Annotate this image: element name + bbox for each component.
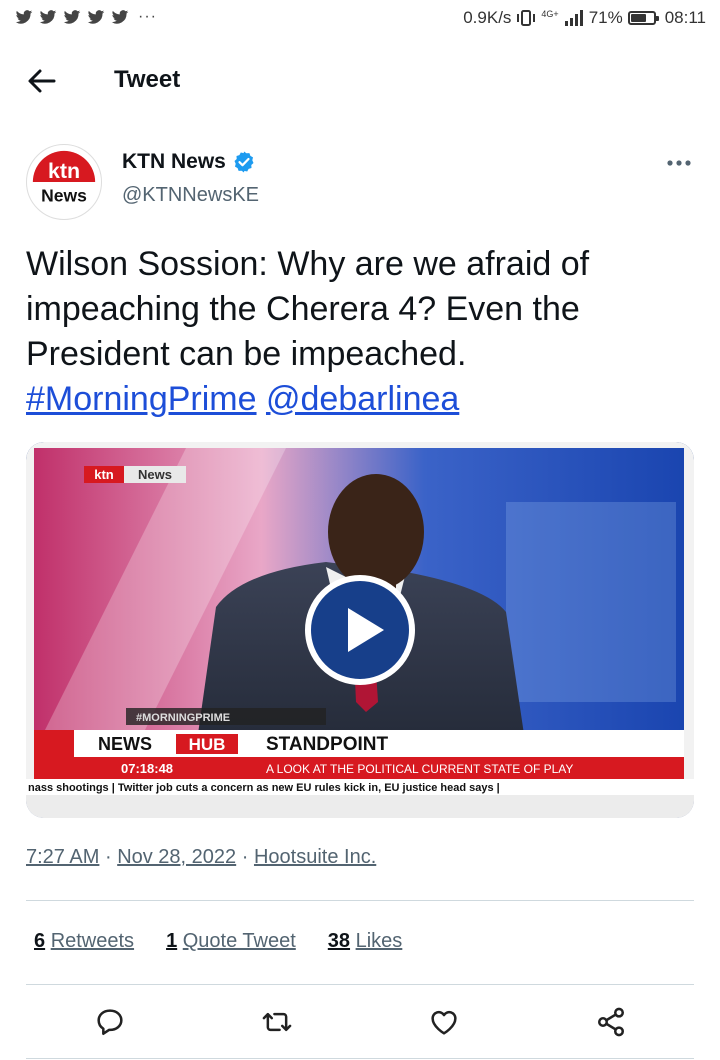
reply-button[interactable]	[92, 1004, 128, 1040]
author-name[interactable]: KTN News	[122, 150, 256, 174]
more-notifications: ···	[138, 8, 157, 25]
quotes-stat[interactable]: 1 Quote Tweet	[166, 930, 296, 953]
avatar-logo-top: ktn	[48, 159, 80, 183]
play-button-icon[interactable]	[304, 574, 416, 686]
author-name-text[interactable]: KTN News	[122, 150, 226, 174]
action-bar	[26, 1000, 694, 1044]
verified-badge-icon	[234, 151, 254, 173]
twitter-icon	[111, 10, 129, 24]
likes-count: 38	[327, 930, 351, 952]
quotes-count: 1	[166, 930, 178, 952]
program-strap: A LOOK AT THE POLITICAL CURRENT STATE OF…	[266, 762, 573, 776]
battery-percent: 71%	[588, 8, 623, 27]
divider	[26, 1058, 694, 1059]
divider	[26, 984, 694, 985]
page-title: Tweet	[114, 66, 181, 93]
divider	[26, 900, 694, 901]
battery-icon	[627, 11, 659, 25]
like-button[interactable]	[426, 1004, 462, 1040]
heart-icon	[430, 1010, 457, 1035]
avatar-logo-bottom: News	[41, 185, 87, 205]
ticker-brand-news: NEWS	[98, 734, 152, 754]
twitter-icon	[15, 10, 33, 24]
retweet-button[interactable]	[259, 1004, 295, 1040]
twitter-icon	[39, 10, 57, 24]
signal-icon	[564, 10, 583, 26]
mention-link[interactable]: @debarlinea	[266, 380, 459, 418]
likes-label: Likes	[355, 930, 403, 952]
retweets-stat[interactable]: 6 Retweets	[34, 930, 134, 953]
vibrate-icon	[517, 10, 536, 26]
tweet-time[interactable]: 7:27 AM	[26, 846, 99, 868]
hashtag-link[interactable]: #MorningPrime	[26, 380, 257, 418]
twitter-icon	[87, 10, 105, 24]
tweet-source[interactable]: Hootsuite Inc.	[254, 846, 376, 868]
tweet-body: Wilson Sossion: Why are we afraid of imp…	[26, 245, 590, 373]
network-speed: 0.9K/s	[463, 8, 512, 27]
tweet-date[interactable]: Nov 28, 2022	[117, 846, 236, 868]
likes-stat[interactable]: 38 Likes	[328, 930, 403, 953]
broadcast-clock: 07:18:48	[121, 761, 173, 776]
retweets-label: Retweets	[50, 930, 135, 952]
ticker-brand-hub: HUB	[189, 735, 226, 754]
battery-level	[630, 14, 646, 22]
meta-separator: ·	[241, 846, 249, 868]
retweets-count: 6	[34, 930, 46, 952]
quotes-label: Quote Tweet	[182, 930, 296, 952]
more-options-icon[interactable]	[662, 150, 696, 176]
share-icon	[597, 1007, 624, 1037]
tweet-meta: 7:27 AM · Nov 28, 2022 · Hootsuite Inc.	[26, 846, 376, 869]
video-logo-news: News	[138, 467, 172, 482]
clock: 08:11	[664, 8, 706, 27]
tweet-text: Wilson Sossion: Why are we afraid of imp…	[26, 242, 696, 422]
video-logo-ktn: ktn	[94, 467, 114, 482]
meta-separator: ·	[104, 846, 112, 868]
program-name: STANDPOINT	[266, 734, 388, 755]
avatar[interactable]: ktn News	[26, 144, 102, 220]
video-hashtag: #MORNINGPRIME	[136, 712, 230, 724]
network-type: 4G+	[541, 9, 559, 19]
status-bar: ··· 0.9K/s 4G+ 71% 08:11	[0, 0, 720, 44]
status-right: 0.9K/s 4G+ 71% 08:11	[463, 8, 706, 28]
news-crawl: nass shootings | Twitter job cuts a conc…	[28, 782, 500, 794]
retweet-icon	[262, 1012, 291, 1032]
back-arrow-icon[interactable]	[26, 66, 58, 96]
notification-icons: ···	[14, 8, 157, 26]
author-handle[interactable]: @KTNNewsKE	[122, 184, 259, 207]
share-button[interactable]	[593, 1004, 629, 1040]
twitter-icon	[63, 10, 81, 24]
reply-icon	[96, 1009, 123, 1035]
tweet-stats: 6 Retweets 1 Quote Tweet 38 Likes	[34, 930, 402, 953]
